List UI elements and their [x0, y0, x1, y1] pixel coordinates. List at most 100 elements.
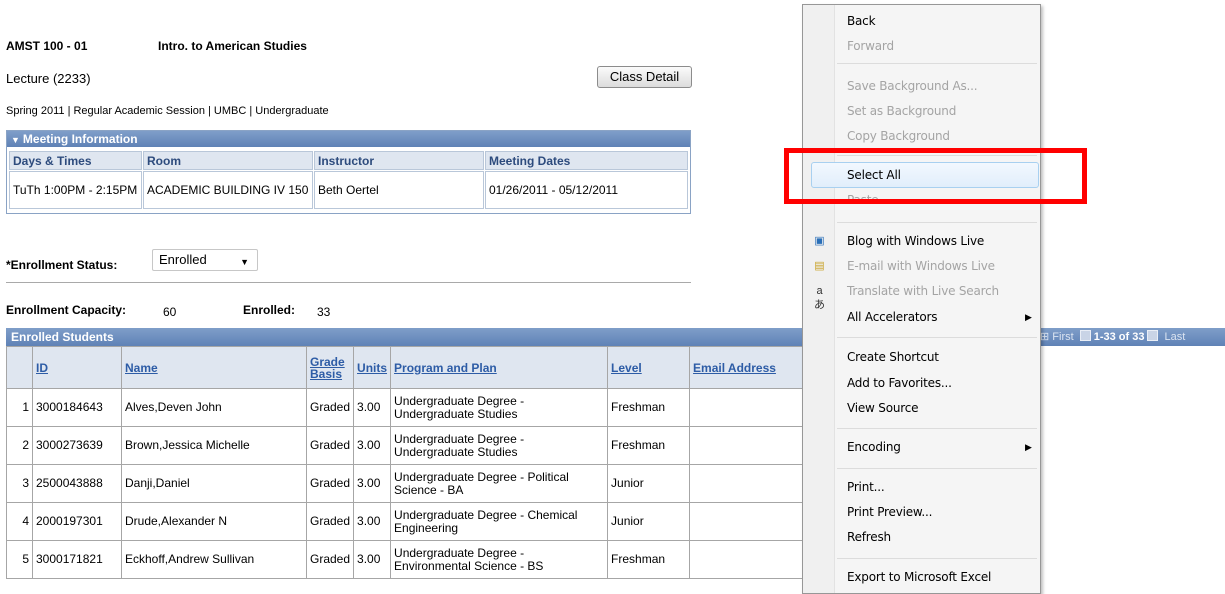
- menu-item-add-favorites[interactable]: Add to Favorites...: [847, 374, 952, 392]
- menu-separator: [837, 63, 1037, 64]
- menu-item-translate[interactable]: Translate with Live Search: [847, 282, 999, 300]
- menu-item-copy-background[interactable]: Copy Background: [847, 127, 950, 145]
- menu-separator: [837, 468, 1037, 469]
- class-detail-button[interactable]: Class Detail: [597, 66, 692, 88]
- nav-range: 1-33 of 33: [1093, 331, 1145, 343]
- student-id: 2500043888: [32, 464, 122, 503]
- menu-item-blog-windows-live[interactable]: Blog with Windows Live: [847, 232, 984, 250]
- student-name: Alves,Deven John: [121, 388, 307, 427]
- submenu-arrow-icon: ▶: [1025, 442, 1032, 452]
- table-row: 2 3000273639 Brown,Jessica Michelle Grad…: [6, 426, 841, 465]
- level: Freshman: [607, 426, 691, 465]
- grid-navigation: ⊞ First 1-33 of 33 Last: [1040, 328, 1185, 346]
- enrollment-status-select[interactable]: Enrolled ▼: [152, 249, 258, 271]
- table-header-row: ID Name Grade Basis Units Program and Pl…: [6, 346, 841, 389]
- col-name-link[interactable]: Name: [121, 346, 307, 389]
- nav-prev-icon[interactable]: [1079, 330, 1091, 341]
- student-name: Brown,Jessica Michelle: [121, 426, 307, 465]
- units: 3.00: [353, 464, 392, 503]
- level: Freshman: [607, 540, 691, 579]
- table-row: 1 3000184643 Alves,Deven John Graded 3.0…: [6, 388, 841, 427]
- meeting-information-panel: ▼ Meeting Information Days & Times Room I…: [6, 130, 691, 214]
- grade-basis: Graded: [305, 502, 355, 541]
- menu-item-create-shortcut[interactable]: Create Shortcut: [847, 348, 939, 366]
- enrolled-label: Enrolled:: [243, 303, 296, 317]
- student-id: 2000197301: [32, 502, 122, 541]
- enrollment-status-label: *Enrollment Status:: [6, 258, 118, 272]
- col-id-link[interactable]: ID: [32, 346, 122, 389]
- menu-item-encoding[interactable]: Encoding: [847, 438, 901, 456]
- col-units-link[interactable]: Units: [353, 346, 392, 389]
- enrollment-status-value: Enrolled: [159, 252, 207, 267]
- col-days-times: Days & Times: [9, 151, 142, 170]
- program-plan: Undergraduate Degree - Environmental Sci…: [390, 540, 609, 579]
- windows-live-blog-icon: ▣: [814, 235, 825, 247]
- menu-item-refresh[interactable]: Refresh: [847, 528, 891, 546]
- context-menu: Back Forward Save Background As... Set a…: [802, 4, 1041, 594]
- submenu-arrow-icon: ▶: [1025, 312, 1032, 322]
- enrolled-students-table: ID Name Grade Basis Units Program and Pl…: [6, 346, 841, 579]
- col-row-number: [6, 346, 33, 389]
- enrolled-students-header: Enrolled Students ⊞ First 1-33 of 33 Las…: [6, 328, 1225, 346]
- menu-item-export-excel[interactable]: Export to Microsoft Excel: [847, 568, 991, 586]
- row-number: 1: [6, 388, 33, 427]
- student-name: Drude,Alexander N: [121, 502, 307, 541]
- row-number: 5: [6, 540, 33, 579]
- grade-basis: Graded: [305, 388, 355, 427]
- course-title: Intro. to American Studies: [158, 39, 307, 53]
- row-number: 3: [6, 464, 33, 503]
- student-name: Danji,Daniel: [121, 464, 307, 503]
- grade-basis: Graded: [305, 426, 355, 465]
- menu-item-set-background[interactable]: Set as Background: [847, 102, 956, 120]
- col-program-plan-link[interactable]: Program and Plan: [390, 346, 609, 389]
- enrollment-capacity-label: Enrollment Capacity:: [6, 303, 127, 317]
- nav-first-link[interactable]: First: [1052, 331, 1073, 343]
- grade-basis: Graded: [305, 540, 355, 579]
- menu-item-save-background[interactable]: Save Background As...: [847, 77, 978, 95]
- meeting-information-header[interactable]: ▼ Meeting Information: [7, 131, 690, 147]
- menu-separator: [837, 337, 1037, 338]
- annotation-highlight-box: [784, 148, 1087, 204]
- col-level-link[interactable]: Level: [607, 346, 691, 389]
- nav-next-icon[interactable]: [1147, 330, 1159, 341]
- program-plan: Undergraduate Degree - Undergraduate Stu…: [390, 388, 609, 427]
- enrolled-students-title: Enrolled Students: [11, 330, 114, 344]
- student-name: Eckhoff,Andrew Sullivan: [121, 540, 307, 579]
- grid-icon[interactable]: ⊞: [1040, 331, 1049, 343]
- enrollment-capacity-value: 60: [163, 305, 177, 319]
- level: Freshman: [607, 388, 691, 427]
- program-plan: Undergraduate Degree - Political Science…: [390, 464, 609, 503]
- menu-item-print-preview[interactable]: Print Preview...: [847, 503, 932, 521]
- nav-last-link[interactable]: Last: [1165, 331, 1186, 343]
- windows-live-mail-icon: ▤: [814, 260, 825, 272]
- meeting-instructor: Beth Oertel: [314, 171, 484, 209]
- row-number: 2: [6, 426, 33, 465]
- table-row: 3 2500043888 Danji,Daniel Graded 3.00 Un…: [6, 464, 841, 503]
- meeting-room: ACADEMIC BUILDING IV 150: [143, 171, 313, 209]
- menu-item-email-windows-live[interactable]: E-mail with Windows Live: [847, 257, 995, 275]
- menu-item-back[interactable]: Back: [847, 12, 876, 30]
- table-row: 5 3000171821 Eckhoff,Andrew Sullivan Gra…: [6, 540, 841, 579]
- col-grade-basis-link[interactable]: Grade Basis: [305, 346, 355, 389]
- meeting-dates: 01/26/2011 - 05/12/2011: [485, 171, 688, 209]
- units: 3.00: [353, 502, 392, 541]
- course-code: AMST 100 - 01: [6, 39, 88, 53]
- dropdown-arrow-icon: ▼: [240, 257, 249, 267]
- grade-basis: Graded: [305, 464, 355, 503]
- units: 3.00: [353, 540, 392, 579]
- row-number: 4: [6, 502, 33, 541]
- term-info: Spring 2011 | Regular Academic Session |…: [6, 105, 329, 117]
- menu-separator: [837, 222, 1037, 223]
- col-meeting-dates: Meeting Dates: [485, 151, 688, 170]
- col-instructor: Instructor: [314, 151, 484, 170]
- menu-item-all-accelerators[interactable]: All Accelerators: [847, 308, 1033, 326]
- student-id: 3000273639: [32, 426, 122, 465]
- menu-item-forward[interactable]: Forward: [847, 37, 894, 55]
- units: 3.00: [353, 388, 392, 427]
- enrolled-value: 33: [317, 305, 331, 319]
- units: 3.00: [353, 426, 392, 465]
- collapse-triangle-icon[interactable]: ▼: [11, 135, 20, 145]
- level: Junior: [607, 464, 691, 503]
- menu-item-print[interactable]: Print...: [847, 478, 885, 496]
- menu-item-view-source[interactable]: View Source: [847, 399, 919, 417]
